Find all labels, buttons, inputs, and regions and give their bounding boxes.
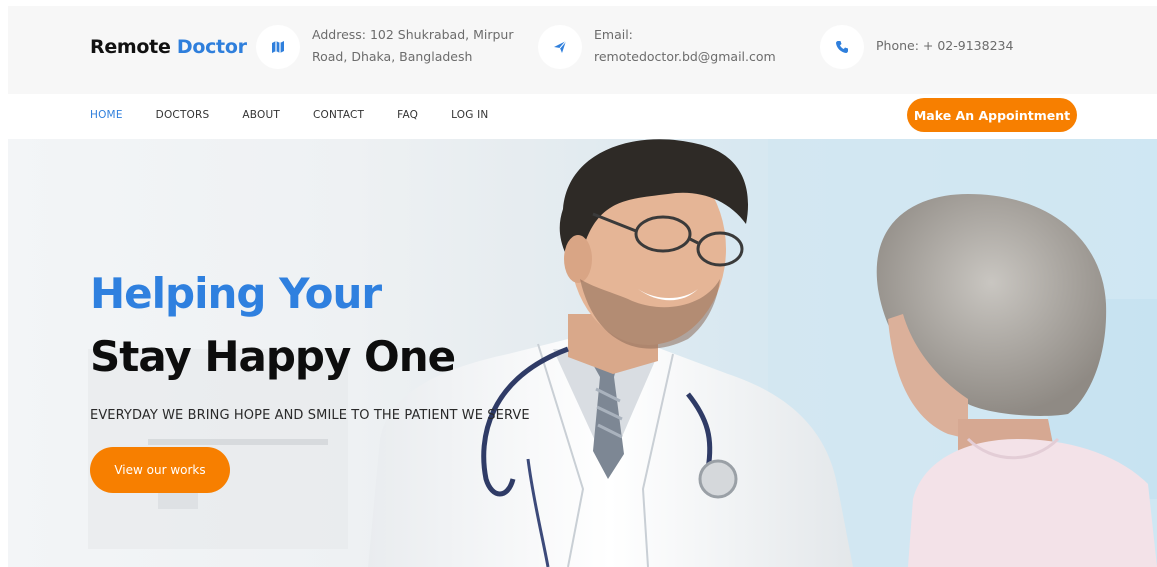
- nav-menu: HOME DOCTORS ABOUT CONTACT FAQ LOG IN: [90, 109, 522, 121]
- brand-name-part1: Remote: [90, 36, 177, 58]
- phone-icon: [820, 25, 864, 69]
- nav-item-contact[interactable]: CONTACT: [313, 109, 364, 121]
- email-info: Email: remotedoctor.bd@gmail.com: [538, 24, 776, 69]
- email-label: Email:: [594, 27, 633, 42]
- map-icon: [256, 25, 300, 69]
- hero-title-line1: Helping Your: [90, 269, 382, 318]
- hero-title-line2: Stay Happy One: [90, 332, 456, 381]
- address-line1: Address: 102 Shukrabad, Mirpur: [312, 27, 514, 42]
- top-info-bar: Remote Doctor Address: 102 Shukrabad, Mi…: [8, 6, 1157, 94]
- nav-item-faq[interactable]: FAQ: [397, 109, 418, 121]
- email-address[interactable]: remotedoctor.bd@gmail.com: [594, 46, 776, 68]
- phone-info: Phone: + 02-9138234: [820, 24, 1013, 69]
- nav-item-about[interactable]: ABOUT: [242, 109, 280, 121]
- main-navbar: HOME DOCTORS ABOUT CONTACT FAQ LOG IN Ma…: [8, 94, 1157, 139]
- make-appointment-button[interactable]: Make An Appointment: [907, 98, 1077, 132]
- nav-item-login[interactable]: LOG IN: [451, 109, 488, 121]
- view-our-works-button[interactable]: View our works: [90, 447, 230, 493]
- paper-plane-icon: [538, 25, 582, 69]
- hero-subtitle: EVERYDAY WE BRING HOPE AND SMILE TO THE …: [90, 408, 530, 423]
- brand-logo[interactable]: Remote Doctor: [90, 36, 247, 58]
- nav-item-doctors[interactable]: DOCTORS: [156, 109, 210, 121]
- address-info: Address: 102 Shukrabad, Mirpur Road, Dha…: [256, 24, 513, 69]
- address-line2: Road, Dhaka, Bangladesh: [312, 49, 473, 64]
- nav-item-home[interactable]: HOME: [90, 109, 123, 121]
- phone-number[interactable]: Phone: + 02-9138234: [876, 35, 1013, 57]
- hero-banner: Helping Your Stay Happy One EVERYDAY WE …: [8, 139, 1157, 567]
- brand-name-part2: Doctor: [176, 36, 247, 58]
